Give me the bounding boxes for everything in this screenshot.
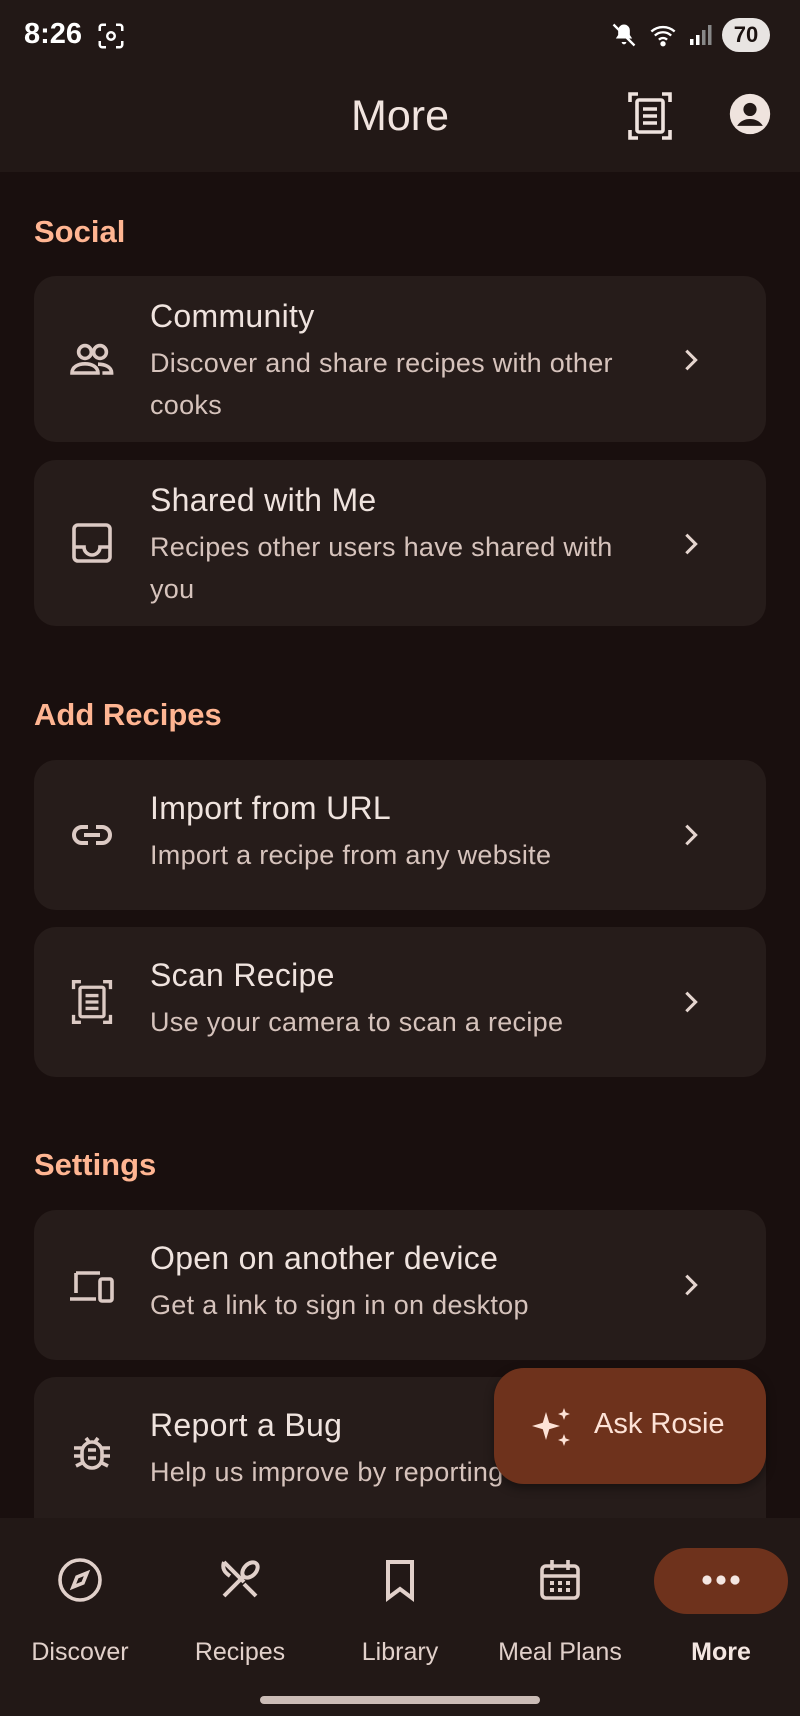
chevron-right-icon bbox=[685, 991, 698, 1013]
nav-label-library: Library bbox=[361, 1638, 439, 1666]
nav-item-meal-plans[interactable]: Meal Plans bbox=[480, 1518, 640, 1666]
shared-with-me-card[interactable]: Shared with Me Recipes other users have … bbox=[34, 460, 766, 626]
wifi-icon bbox=[650, 25, 676, 47]
bug-icon bbox=[74, 1436, 110, 1470]
section-header-settings: Settings bbox=[34, 1147, 157, 1182]
scan-recipe-description: Use your camera to scan a recipe bbox=[150, 1007, 564, 1037]
bookmark-icon bbox=[386, 1560, 414, 1602]
section-header-social: Social bbox=[34, 214, 126, 249]
nav-item-discover[interactable]: Discover bbox=[0, 1518, 160, 1666]
open-on-another-device-card[interactable]: Open on another device Get a link to sig… bbox=[34, 1210, 766, 1360]
scan-recipe-title: Scan Recipe bbox=[150, 957, 335, 993]
nav-item-recipes[interactable]: Recipes bbox=[160, 1518, 320, 1666]
open-on-another-device-title: Open on another device bbox=[150, 1240, 499, 1276]
nav-label-meal-plans: Meal Plans bbox=[498, 1638, 622, 1666]
status-time: 8:26 bbox=[24, 18, 83, 50]
devices-icon bbox=[70, 1271, 114, 1303]
nav-label-recipes: Recipes bbox=[194, 1638, 286, 1666]
page-title: More bbox=[351, 92, 449, 140]
compass-icon bbox=[58, 1558, 102, 1602]
document-scanner-icon[interactable] bbox=[626, 90, 674, 142]
account-icon[interactable] bbox=[728, 92, 772, 136]
people-icon bbox=[70, 343, 114, 375]
ask-rosie-button[interactable]: Ask Rosie bbox=[494, 1368, 766, 1484]
sparkle-icon bbox=[532, 1408, 570, 1446]
nav-label-more: More bbox=[691, 1638, 751, 1666]
chevron-right-icon bbox=[685, 824, 698, 846]
shared-with-me-description: Recipes other users have shared with you bbox=[150, 532, 613, 604]
import-from-url-title: Import from URL bbox=[150, 790, 391, 826]
home-indicator bbox=[260, 1696, 540, 1704]
community-description: Discover and share recipes with other co… bbox=[150, 348, 613, 420]
import-from-url-card[interactable]: Import from URL Import a recipe from any… bbox=[34, 760, 766, 910]
document-scanner-icon bbox=[71, 980, 113, 1024]
mute-icon bbox=[612, 23, 636, 47]
signal-icon bbox=[690, 25, 712, 45]
scan-recipe-card[interactable]: Scan Recipe Use your camera to scan a re… bbox=[34, 927, 766, 1077]
more-horizontal-icon bbox=[702, 1575, 740, 1585]
nav-label-discover: Discover bbox=[31, 1638, 129, 1666]
nav-item-library[interactable]: Library bbox=[320, 1518, 480, 1666]
community-card[interactable]: Community Discover and share recipes wit… bbox=[34, 276, 766, 442]
ask-rosie-label: Ask Rosie bbox=[594, 1408, 725, 1440]
link-icon bbox=[72, 825, 112, 845]
chevron-right-icon bbox=[685, 349, 698, 371]
status-bar: 8:26 70 bbox=[0, 0, 800, 72]
chevron-right-icon bbox=[685, 1274, 698, 1296]
shared-with-me-title: Shared with Me bbox=[150, 482, 377, 518]
report-a-bug-title: Report a Bug bbox=[150, 1407, 343, 1443]
open-on-another-device-description: Get a link to sign in on desktop bbox=[150, 1290, 529, 1320]
community-title: Community bbox=[150, 298, 315, 334]
bottom-navigation: Discover Recipes Library Meal Plans More bbox=[0, 1518, 800, 1716]
app-bar: More bbox=[0, 72, 800, 172]
import-from-url-description: Import a recipe from any website bbox=[150, 840, 552, 870]
section-header-add-recipes: Add Recipes bbox=[34, 697, 222, 732]
battery-indicator: 70 bbox=[722, 18, 770, 52]
calendar-icon bbox=[540, 1560, 580, 1600]
utensils-icon bbox=[221, 1560, 260, 1598]
chevron-right-icon bbox=[685, 533, 698, 555]
nav-item-more[interactable]: More bbox=[648, 1518, 800, 1666]
status-icons: 70 bbox=[610, 18, 770, 52]
screenshot-icon bbox=[98, 23, 124, 49]
inbox-icon bbox=[72, 523, 112, 563]
